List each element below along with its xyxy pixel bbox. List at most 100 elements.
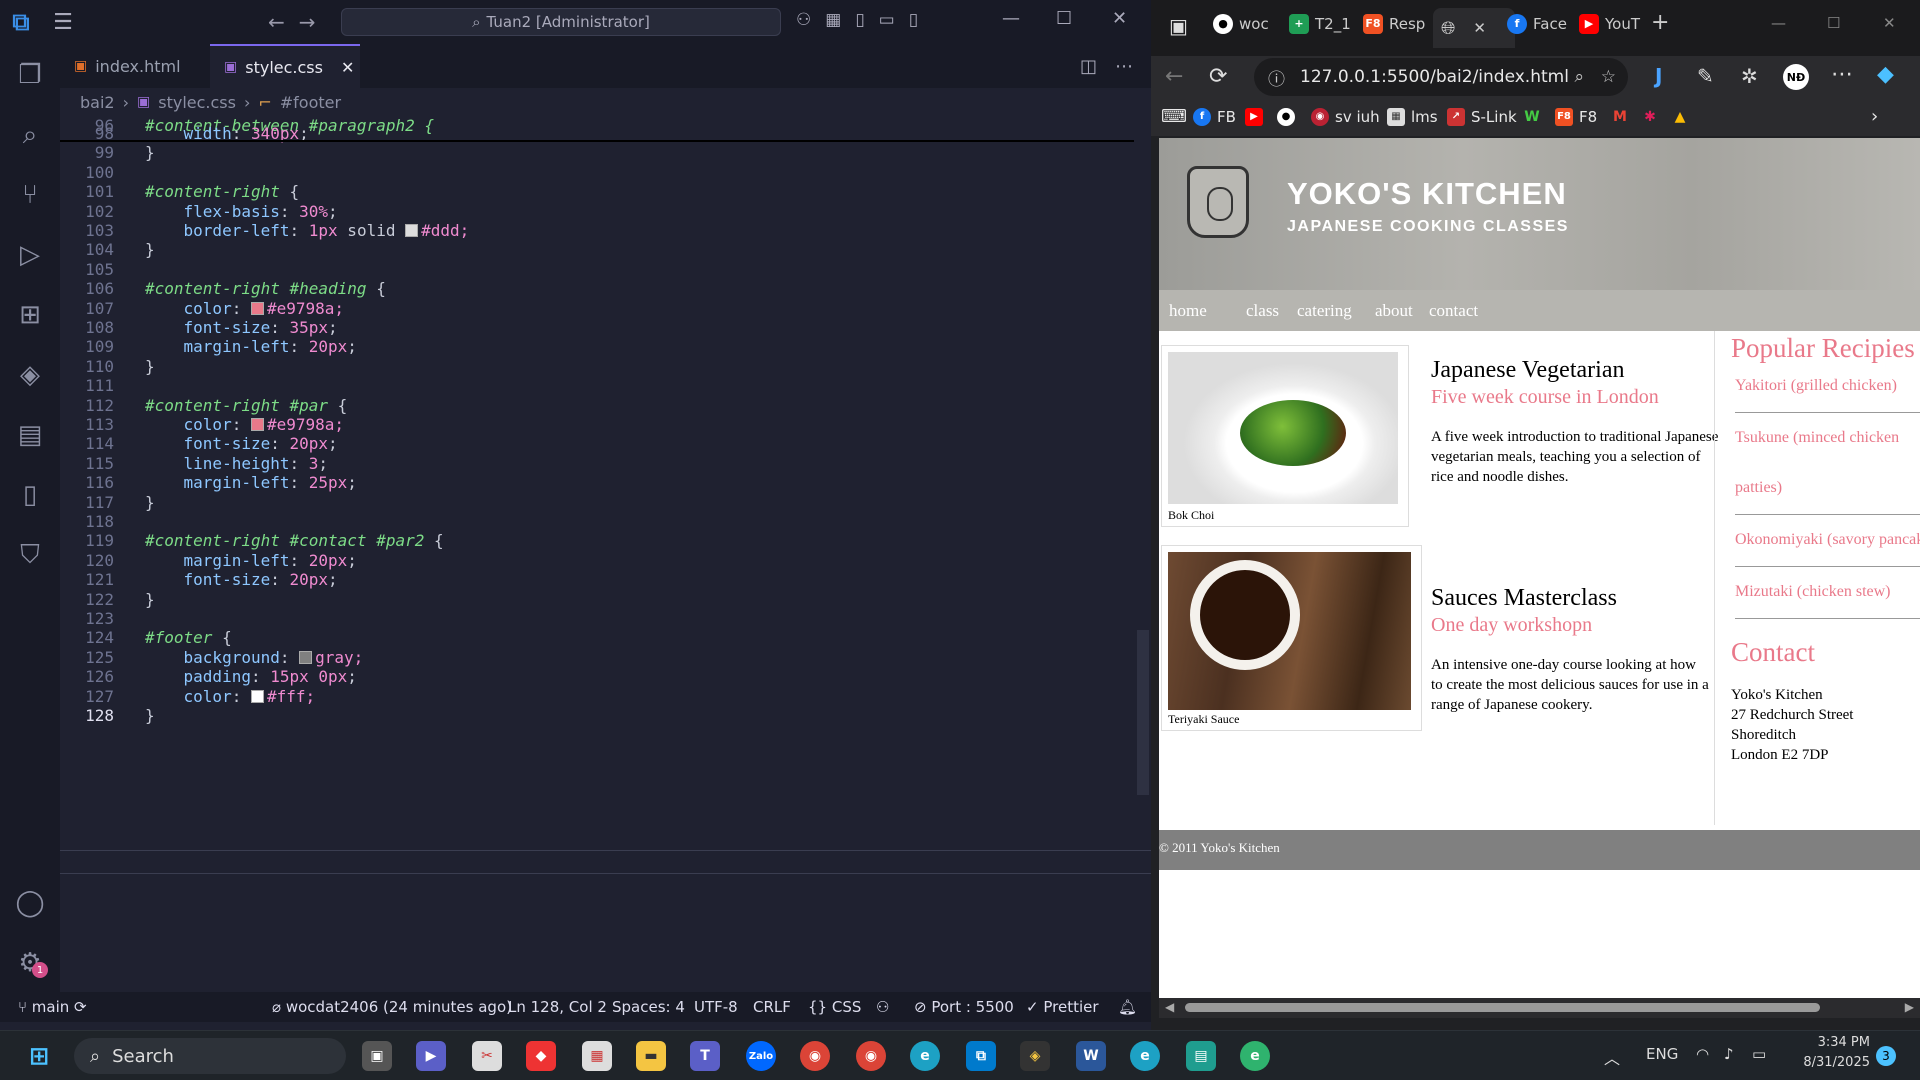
bookmark-s-link[interactable]: ↗ S-Link [1447, 108, 1517, 126]
chrome-icon[interactable]: ◉ [800, 1041, 830, 1071]
more-actions-icon[interactable]: ⋯ [1115, 56, 1133, 77]
info-icon[interactable]: ⓘ [1268, 65, 1285, 90]
bookmark-lms[interactable]: ▦ lms [1387, 108, 1438, 126]
dev-tool-icon[interactable]: ◈ [1020, 1041, 1050, 1071]
code-line[interactable]: } [145, 141, 155, 165]
snipping-tool-icon[interactable]: ✂ [472, 1041, 502, 1071]
bookmark-icon[interactable]: ⛉ [0, 530, 60, 580]
extensions-icon[interactable]: ✲ [1741, 64, 1758, 88]
recipe-link[interactable]: Tsukune (minced chicken [1735, 429, 1899, 447]
zoom-icon[interactable]: ⌕ [1574, 67, 1584, 87]
horizontal-scrollbar[interactable]: ◀ ▶ [1159, 998, 1920, 1018]
prettier-status[interactable]: ✓ Prettier [1026, 998, 1099, 1016]
new-tab-button[interactable]: + [1651, 10, 1669, 35]
minimize-icon[interactable]: — [1002, 8, 1020, 29]
command-center-search[interactable]: ⌕ Tuan2 [Administrator] [341, 8, 781, 36]
encoding-status[interactable]: UTF-8 [694, 998, 738, 1016]
eyedropper-icon[interactable]: ✎ [1697, 64, 1714, 88]
code-line[interactable]: border-left: 1px solid #ddd; [145, 219, 470, 243]
app-red-icon[interactable]: ◆ [526, 1041, 556, 1071]
file-explorer-icon[interactable]: ▬ [636, 1041, 666, 1071]
bookmark-slack[interactable]: ✱ [1641, 108, 1659, 126]
breadcrumb-folder[interactable]: bai2 [80, 93, 115, 112]
recipe-link-continued[interactable]: patties) [1735, 479, 1782, 497]
browser-tab-f8[interactable]: F8 Resp [1363, 14, 1427, 34]
menu-icon[interactable]: ☰ [42, 10, 84, 35]
recipe-link[interactable]: Yakitori (grilled chicken) [1735, 377, 1897, 395]
more-menu-icon[interactable]: ⋯ [1831, 62, 1853, 87]
battery-icon[interactable]: ▭ [1752, 1045, 1766, 1063]
code-line[interactable]: } [145, 491, 155, 515]
wifi-icon[interactable]: ◠ [1696, 1045, 1709, 1063]
indentation-status[interactable]: Spaces: 4 [612, 998, 685, 1016]
code-line[interactable]: } [145, 588, 155, 612]
branch-status[interactable]: ⑂ main ⟳ [18, 998, 87, 1016]
volume-icon[interactable]: ♪ [1724, 1045, 1734, 1063]
windows-start-icon[interactable]: ⊞ [24, 1041, 54, 1071]
source-control-icon[interactable]: ⑂ [0, 170, 60, 220]
python-icon[interactable]: ◈ [0, 350, 60, 400]
git-blame-status[interactable]: ⌀ wocdat2406 (24 minutes ago) [272, 998, 512, 1016]
toggle-secondary-sidebar-icon[interactable]: ▯ [909, 10, 918, 30]
close-icon[interactable]: ✕ [1112, 8, 1127, 29]
eol-status[interactable]: CRLF [753, 998, 791, 1016]
breadcrumb-symbol[interactable]: #footer [280, 93, 341, 112]
browser-tab-github[interactable]: ● woc [1213, 14, 1277, 34]
zalo-icon[interactable]: Zalo [746, 1041, 776, 1071]
bookmark-github[interactable]: ● [1277, 108, 1295, 126]
close-tab-icon[interactable]: ✕ [1473, 19, 1486, 37]
search-icon[interactable]: ⌕ [0, 110, 60, 160]
live-server-status[interactable]: ⊘ Port : 5500 [914, 998, 1014, 1016]
nav-link-home[interactable]: home [1169, 301, 1207, 321]
edge-profile-icon[interactable]: e [1130, 1041, 1160, 1071]
browser-tab-active[interactable]: 🌐︎ ✕ [1433, 8, 1515, 48]
account-icon[interactable]: ◯ [0, 878, 60, 928]
nav-link-contact[interactable]: contact [1429, 301, 1478, 321]
code-line[interactable]: } [145, 704, 155, 728]
language-indicator[interactable]: ENG [1646, 1045, 1678, 1063]
tray-chevron-up-icon[interactable]: ︿ [1604, 1045, 1620, 1069]
edge-dev-icon[interactable]: e [1240, 1041, 1270, 1071]
browser-tab-sheets[interactable]: + T2_1 [1289, 14, 1353, 34]
forward-arrow-icon[interactable]: → [299, 10, 330, 34]
cursor-position[interactable]: Ln 128, Col 2 [508, 998, 607, 1016]
recipe-link[interactable]: Mizutaki (chicken stew) [1735, 583, 1891, 601]
code-line[interactable]: width: 340px; [145, 122, 309, 146]
back-arrow-icon[interactable]: ← [1165, 64, 1183, 89]
copilot-icon[interactable]: ◆ [1877, 62, 1894, 87]
copilot-icon[interactable]: ⚇ [796, 10, 811, 30]
bookmark-gmail[interactable]: M [1611, 108, 1629, 126]
run-debug-icon[interactable]: ▷ [0, 230, 60, 280]
edge-icon[interactable]: e [910, 1041, 940, 1071]
recipe-link[interactable]: Okonomiyaki (savory pancakes) [1735, 531, 1920, 549]
teams-icon[interactable]: T [690, 1041, 720, 1071]
scrollbar-thumb[interactable] [1185, 1003, 1820, 1012]
notepad-icon[interactable]: ▤ [1186, 1041, 1216, 1071]
bookmark-f8[interactable]: F8 F8 [1555, 108, 1597, 126]
code-line[interactable]: color: #fff; [145, 685, 316, 709]
bookmark-w[interactable]: W [1523, 108, 1541, 126]
task-view-icon[interactable]: ▣ [362, 1041, 392, 1071]
tab-index-html[interactable]: ▣ index.html [60, 44, 210, 88]
settings-gear-icon[interactable]: ⚙ [0, 938, 60, 988]
code-line[interactable]: font-size: 20px; [145, 568, 338, 592]
tab-stylec-css[interactable]: ▣ stylec.css ✕ [210, 44, 360, 88]
nav-link-catering[interactable]: catering [1297, 301, 1352, 321]
scroll-left-icon[interactable]: ◀ [1165, 1000, 1174, 1014]
close-tab-icon[interactable]: ✕ [341, 58, 354, 77]
split-editor-icon[interactable]: ◫ [1080, 56, 1097, 77]
bookmark-youtube[interactable]: ▶ [1245, 108, 1263, 126]
language-status[interactable]: {} CSS [808, 998, 861, 1016]
clock-date[interactable]: 8/31/2025 [1790, 1055, 1870, 1070]
chrome-profile-icon[interactable]: ◉ [856, 1041, 886, 1071]
close-icon[interactable]: ✕ [1883, 14, 1896, 32]
breadcrumb-file[interactable]: stylec.css [158, 93, 236, 112]
teams-meet-icon[interactable]: ▶ [416, 1041, 446, 1071]
nav-link-class[interactable]: class [1246, 301, 1279, 321]
code-line[interactable]: } [145, 355, 155, 379]
toggle-panel-icon[interactable]: ▭ [879, 10, 895, 30]
extensions-icon[interactable]: ⊞ [0, 290, 60, 340]
code-line[interactable]: margin-left: 20px; [145, 335, 357, 359]
editor-scrollbar[interactable] [1137, 630, 1149, 795]
code-line[interactable]: margin-left: 25px; [145, 471, 357, 495]
